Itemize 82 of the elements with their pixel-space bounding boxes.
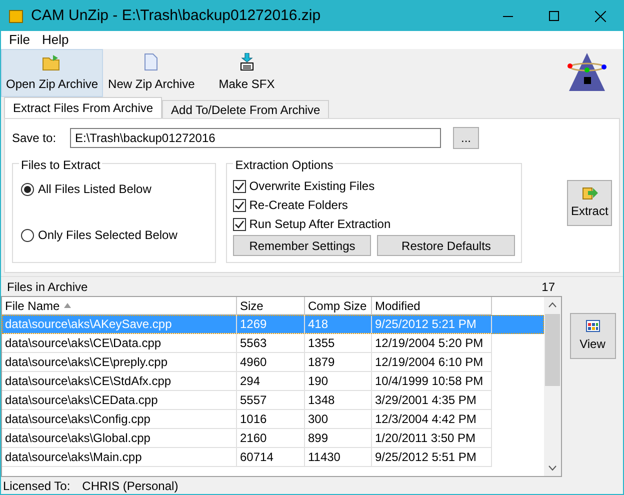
table-cell: 12/19/2004 6:10 PM <box>372 353 492 372</box>
table-cell: 300 <box>305 410 372 429</box>
table-cell: data\source\aks\CE\preply.cpp <box>2 353 237 372</box>
table-cell: 60714 <box>237 448 305 467</box>
download-box-icon <box>238 53 255 71</box>
grid-icon <box>586 320 600 332</box>
save-to-label: Save to: <box>12 130 58 147</box>
menu-item[interactable]: Help <box>38 30 73 50</box>
table-cell: 418 <box>305 315 372 334</box>
scrollbar[interactable] <box>544 297 561 476</box>
file-row[interactable]: data\source\aks\CEData.cpp 5557 1348 3/29/2001 4:35 PM <box>2 391 544 410</box>
checkbox[interactable] <box>233 198 246 212</box>
toolbar-button[interactable]: Make SFX <box>200 49 294 97</box>
file-count: 17 <box>542 278 555 296</box>
table-cell: data\source\aks\CE\StdAfx.cpp <box>2 372 237 391</box>
table-cell: 2160 <box>237 429 305 448</box>
file-row[interactable]: data\source\aks\Main.cpp 60714 11430 9/25/2012 5:51 PM <box>2 448 544 467</box>
status-label: Licensed To: <box>3 478 70 494</box>
table-cell: 3/29/2001 4:35 PM <box>372 391 492 410</box>
table-cell: 1016 <box>237 410 305 429</box>
table-cell: 5563 <box>237 334 305 353</box>
table-cell: data\source\aks\AKeySave.cpp <box>2 315 237 334</box>
file-row[interactable]: data\source\aks\CE\StdAfx.cpp 294 190 10/4/1999 10:58 PM <box>2 372 544 391</box>
table-cell: 190 <box>305 372 372 391</box>
table-cell: 12/19/2004 5:20 PM <box>372 334 492 353</box>
table-cell: 9/25/2012 5:21 PM <box>372 315 492 334</box>
table-cell: data\source\aks\Main.cpp <box>2 448 237 467</box>
settings-button[interactable]: Restore Defaults <box>377 235 516 256</box>
menu-item[interactable]: File <box>5 30 34 50</box>
checkbox[interactable] <box>233 180 246 192</box>
radio-label: Only Files Selected Below <box>38 227 178 244</box>
tab[interactable]: Extract Files From Archive <box>4 97 162 118</box>
table-cell: data\source\aks\Global.cpp <box>2 429 237 448</box>
radio-button[interactable] <box>21 228 34 242</box>
table-cell: 899 <box>305 429 372 448</box>
close-icon <box>594 10 606 22</box>
table-cell: data\source\aks\Config.cpp <box>2 410 237 429</box>
table-cell: 1355 <box>305 334 372 353</box>
table-cell: 4960 <box>237 353 305 372</box>
status-value: CHRIS (Personal) <box>82 478 178 494</box>
table-cell: data\source\aks\CE\Data.cpp <box>2 334 237 353</box>
checkbox-label: Run Setup After Extraction <box>249 216 391 233</box>
table-cell: 10/4/1999 10:58 PM <box>372 372 492 391</box>
sort-arrow-icon <box>64 303 71 308</box>
extract-icon <box>582 186 598 200</box>
table-cell: 1348 <box>305 391 372 410</box>
file-row[interactable]: data\source\aks\Global.cpp 2160 899 1/20/2011 3:50 PM <box>2 429 544 448</box>
logo-icon <box>565 51 609 93</box>
table-cell: 12/3/2004 4:42 PM <box>372 410 492 429</box>
column-header[interactable]: File Name <box>2 297 237 315</box>
table-cell: data\source\aks\CEData.cpp <box>2 391 237 410</box>
table-cell: 9/25/2012 5:51 PM <box>372 448 492 467</box>
browse-button[interactable]: ... <box>453 127 479 149</box>
folder-icon <box>42 53 62 71</box>
document-icon <box>143 53 160 71</box>
file-row[interactable]: data\source\aks\CE\Data.cpp 5563 1355 12/19/2004 5:20 PM <box>2 334 544 353</box>
app-icon <box>9 10 23 22</box>
window-title: CAM UnZip - E:\Trash\backup01272016.zip <box>31 6 321 26</box>
table-cell: 1/20/2011 3:50 PM <box>372 429 492 448</box>
toolbar-button[interactable]: Open Zip Archive <box>1 49 104 97</box>
radio-label: All Files Listed Below <box>38 181 152 198</box>
extract-button[interactable]: Extract <box>567 180 612 226</box>
column-header[interactable]: Modified <box>372 297 492 315</box>
table-cell: 11430 <box>305 448 372 467</box>
column-header[interactable]: Size <box>237 297 305 315</box>
tab[interactable]: Add To/Delete From Archive <box>162 100 330 118</box>
checkbox-label: Overwrite Existing Files <box>249 178 375 195</box>
table-cell: 1269 <box>237 315 305 334</box>
file-row[interactable]: data\source\aks\Config.cpp 1016 300 12/3/2004 4:42 PM <box>2 410 544 429</box>
table-cell: 1879 <box>305 353 372 372</box>
view-button[interactable]: View <box>570 313 616 359</box>
radio-button[interactable] <box>21 182 34 196</box>
toolbar-button[interactable]: New Zip Archive <box>103 49 200 97</box>
settings-button[interactable]: Remember Settings <box>233 235 372 256</box>
file-row[interactable]: data\source\aks\CE\preply.cpp 4960 1879 12/19/2004 6:10 PM <box>2 353 544 372</box>
save-to-field[interactable]: E:\Trash\backup01272016 <box>70 128 441 148</box>
column-header[interactable]: Comp Size <box>305 297 372 315</box>
files-label: Files in Archive <box>7 278 88 296</box>
checkbox[interactable] <box>233 218 246 230</box>
checkbox-label: Re-Create Folders <box>249 197 348 214</box>
table-cell: 294 <box>237 372 305 391</box>
table-cell: 5557 <box>237 391 305 410</box>
